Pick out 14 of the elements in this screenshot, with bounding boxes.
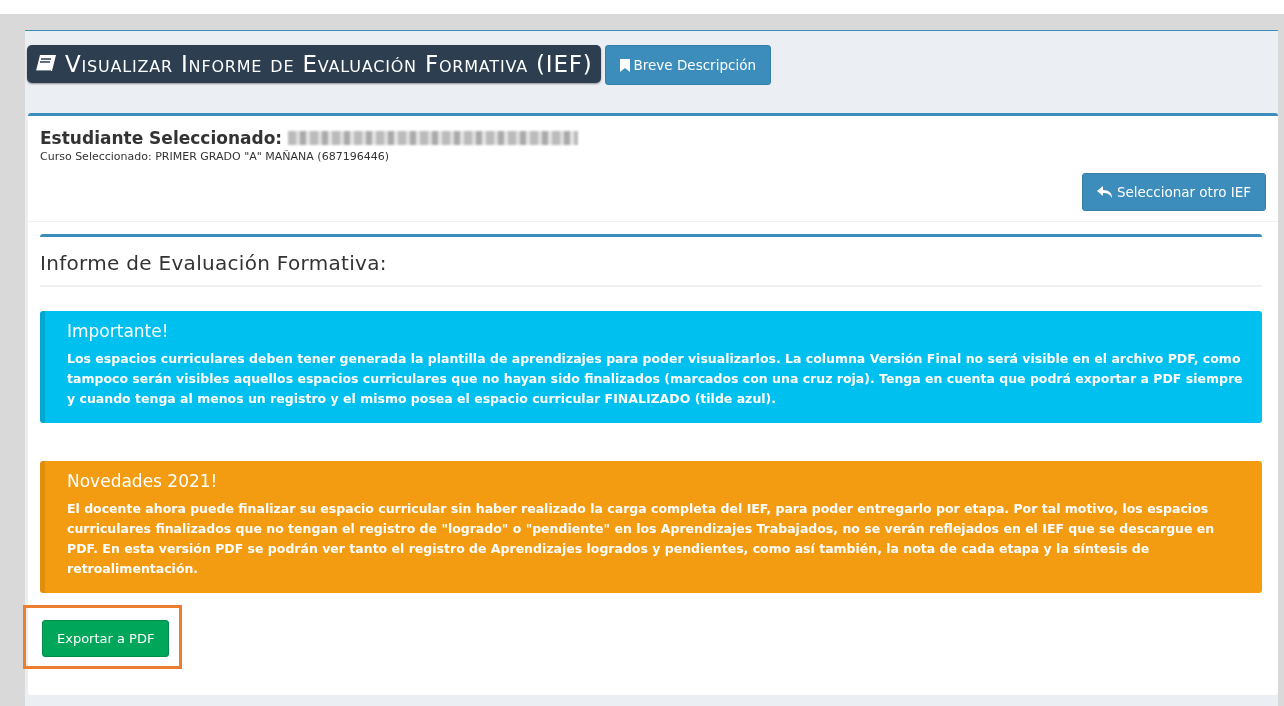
report-title: Informe de Evaluación Formativa: <box>40 237 1262 287</box>
alert-title: Importante! <box>67 321 170 341</box>
reply-arrow-icon <box>1096 185 1113 199</box>
course-text: Curso Seleccionado: PRIMER GRADO "A" MAÑANA (687196446) <box>40 150 390 163</box>
student-label: Estudiante Seleccionado: <box>40 128 283 148</box>
alert-title: Novedades 2021! <box>67 471 219 491</box>
select-other-button[interactable]: Seleccionar otro IEF <box>1081 173 1266 211</box>
description-button[interactable]: Breve Descripción <box>604 45 771 85</box>
book-icon <box>35 54 57 74</box>
alert-text: El docente ahora puede finalizar su espacio curricular sin haber realizado la carga completa del IEF, para poder entregarlo por etapa. Por tal motivo, los espacios curriculares finalizados que no tengan el registro de "logrado" o "pendiente" en los Aprendizajes Trabajados, no se verán reflejados en el IEF que se descargue en PDF. En esta versión PDF se podrán ver tanto el registro de Aprendizajes logrados y pendientes, como así también, la nota de cada etapa y la síntesis de retroalimentación. <box>67 500 1216 578</box>
page-title-text: Visualizar Informe de Evaluación Formativa (IEF) <box>65 51 593 77</box>
bookmark-icon <box>619 58 630 72</box>
export-pdf-button[interactable]: Exportar a PDF <box>42 620 170 657</box>
alert-text: Los espacios curriculares deben tener generada la plantilla de aprendizajes para poder visualizarlos. La columna Versión Final no será visible en el archivo PDF, como tampoco serán visibles aquellos espacios curriculares que no hayan sido finalizados (marcados con una cruz roja). Tenga en cuenta que podrá exportar a PDF siempre y cuando tenga al menos un registro y el mismo posea el espacio curricular FINALIZADO (tilde azul). <box>67 350 1244 408</box>
